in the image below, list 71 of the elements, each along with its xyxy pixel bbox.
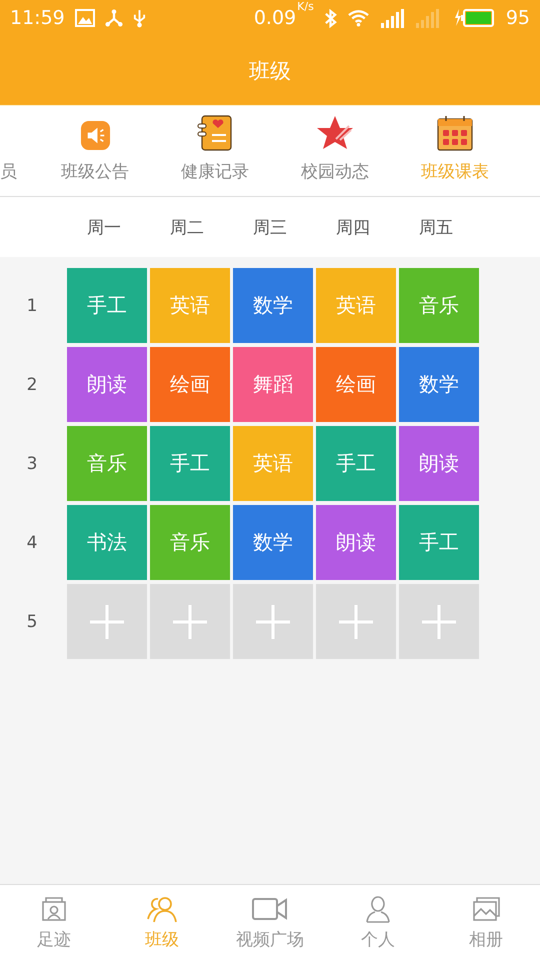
lesson-cell[interactable]: 朗读 <box>67 347 147 422</box>
plus-icon <box>422 604 456 638</box>
network-icon <box>104 9 123 27</box>
add-lesson-button[interactable] <box>67 584 147 659</box>
weekday-header: 周三 <box>252 216 288 238</box>
lesson-cell[interactable]: 手工 <box>316 426 396 501</box>
usb-icon <box>132 8 146 28</box>
person-icon <box>365 895 391 923</box>
lesson-cell[interactable]: 英语 <box>233 426 313 501</box>
plus-icon <box>256 604 290 638</box>
image-icon <box>74 9 95 27</box>
nav-tab[interactable]: 相册 <box>432 885 540 960</box>
weekday-header: 周四 <box>335 216 371 238</box>
nav-tab[interactable]: 个人 <box>324 885 432 960</box>
lesson-cell[interactable]: 数学 <box>233 505 313 580</box>
id-card-icon <box>41 896 67 922</box>
star-icon <box>316 115 354 151</box>
signal-icon <box>414 8 440 28</box>
lesson-cell[interactable]: 数学 <box>399 347 479 422</box>
category-tab[interactable]: 员 <box>0 106 35 196</box>
nav-tab[interactable]: 视频广场 <box>216 885 324 960</box>
lesson-cell[interactable]: 朗读 <box>316 505 396 580</box>
notebook-icon <box>197 115 233 151</box>
lesson-cell[interactable]: 音乐 <box>150 505 230 580</box>
clock: 11:59 <box>10 7 65 29</box>
nav-tab[interactable]: 班级 <box>108 885 216 960</box>
network-speed-value: 0.09 <box>254 7 296 29</box>
lesson-cell[interactable]: 音乐 <box>67 426 147 501</box>
plus-icon <box>339 604 373 638</box>
lesson-cell[interactable]: 音乐 <box>399 268 479 343</box>
period-number: 5 <box>26 610 38 634</box>
lesson-cell[interactable]: 手工 <box>150 426 230 501</box>
lesson-cell[interactable]: 数学 <box>233 268 313 343</box>
bluetooth-icon <box>324 8 337 28</box>
speaker-icon <box>80 120 110 151</box>
screen-title: 班级 <box>249 58 291 84</box>
add-lesson-button[interactable] <box>316 584 396 659</box>
battery-percent: 95 <box>506 7 530 29</box>
add-lesson-button[interactable] <box>399 584 479 659</box>
lesson-cell[interactable]: 手工 <box>399 505 479 580</box>
photo-album-icon <box>472 896 500 922</box>
period-number: 4 <box>26 532 38 554</box>
add-lesson-button[interactable] <box>150 584 230 659</box>
people-icon <box>146 895 178 923</box>
lesson-cell[interactable]: 绘画 <box>150 347 230 422</box>
add-lesson-button[interactable] <box>233 584 313 659</box>
speed-unit: K/s <box>297 0 314 13</box>
category-tab[interactable]: 班级课表 <box>395 106 515 196</box>
lesson-cell[interactable]: 英语 <box>150 268 230 343</box>
period-number: 1 <box>26 294 38 318</box>
lesson-cell[interactable]: 手工 <box>67 268 147 343</box>
weekday-header: 周一 <box>86 216 122 238</box>
period-number: 2 <box>26 374 38 396</box>
period-number: 3 <box>26 452 38 476</box>
plus-icon <box>90 604 124 638</box>
lesson-cell[interactable]: 绘画 <box>316 347 396 422</box>
calendar-icon <box>437 115 473 151</box>
weekday-header: 周二 <box>169 216 205 238</box>
signal-icon <box>380 8 405 28</box>
lesson-cell[interactable]: 英语 <box>316 268 396 343</box>
weekday-header: 周五 <box>418 216 454 238</box>
category-tab[interactable]: 校园动态 <box>275 106 395 196</box>
plus-icon <box>173 604 207 638</box>
wifi-icon <box>346 9 370 27</box>
lesson-cell[interactable]: 舞蹈 <box>233 347 313 422</box>
nav-tab[interactable]: 足迹 <box>0 885 108 960</box>
lesson-cell[interactable]: 朗读 <box>399 426 479 501</box>
video-camera-icon <box>252 898 288 920</box>
category-tab[interactable]: 健康记录 <box>155 106 275 196</box>
category-tab[interactable]: 班级公告 <box>35 106 155 196</box>
lesson-cell[interactable]: 书法 <box>67 505 147 580</box>
